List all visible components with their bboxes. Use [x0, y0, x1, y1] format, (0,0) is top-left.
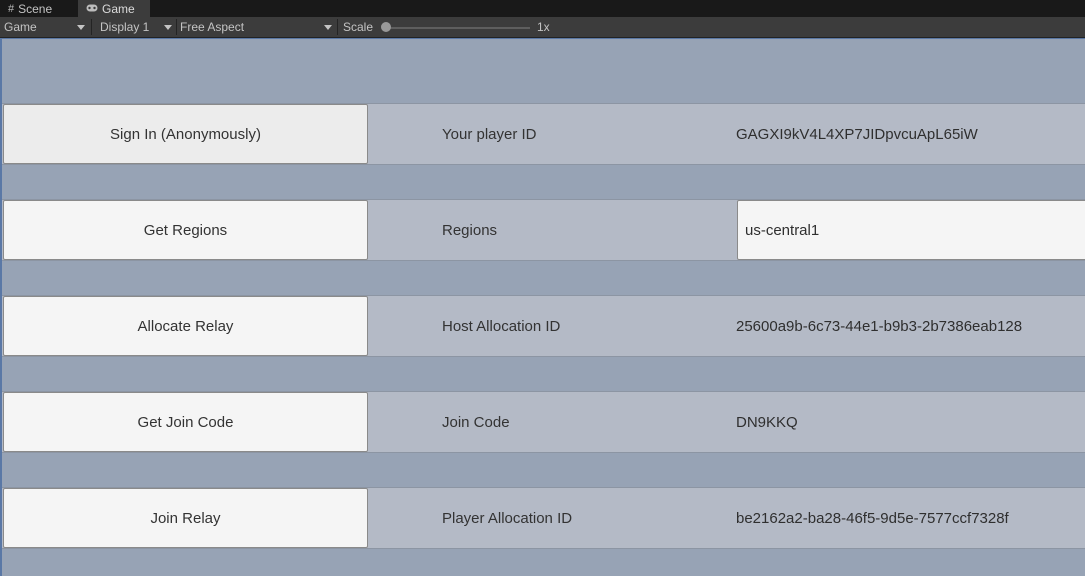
- aspect-dropdown-label: Free Aspect: [180, 20, 245, 34]
- row-join-code: Get Join Code Join Code DN9KKQ: [2, 391, 1085, 453]
- join-code-label: Join Code: [442, 413, 510, 431]
- get-join-code-button[interactable]: Get Join Code: [3, 392, 368, 452]
- regions-label: Regions: [442, 221, 498, 239]
- host-allocation-id-label: Host Allocation ID: [442, 317, 561, 335]
- scale-slider-handle[interactable]: [381, 22, 391, 32]
- scale-value: 1x: [533, 17, 563, 37]
- chevron-down-icon: [164, 25, 172, 30]
- row-join-relay: Join Relay Player Allocation ID be2162a2…: [2, 487, 1085, 549]
- join-relay-button[interactable]: Join Relay: [3, 488, 368, 548]
- row-allocate: Allocate Relay Host Allocation ID 25600a…: [2, 295, 1085, 357]
- tab-scene-label: Scene: [18, 1, 53, 16]
- scale-value-text: 1x: [537, 20, 550, 34]
- scale-slider-track[interactable]: [386, 27, 530, 29]
- aspect-dropdown[interactable]: Free Aspect: [176, 17, 336, 37]
- allocate-relay-button[interactable]: Allocate Relay: [3, 296, 368, 356]
- sign-in-button[interactable]: Sign In (Anonymously): [3, 104, 368, 164]
- chevron-down-icon: [77, 25, 85, 30]
- toolbar-divider: [91, 19, 92, 35]
- player-allocation-id-value: be2162a2-ba28-46f5-9d5e-7577ccf7328f: [736, 509, 1009, 527]
- player-id-value: GAGXI9kV4L4XP7JIDpvcuApL65iW: [736, 125, 978, 143]
- gamepad-icon: [86, 3, 98, 15]
- tab-game-label: Game: [102, 1, 135, 16]
- get-regions-button[interactable]: Get Regions: [3, 200, 368, 260]
- regions-dropdown[interactable]: us-central1: [737, 200, 1085, 260]
- tab-game[interactable]: Game: [78, 0, 150, 17]
- game-view-toolbar: Game Display 1 Free Aspect Scale 1x: [0, 17, 1085, 38]
- game-viewport: Sign In (Anonymously) Your player ID GAG…: [0, 38, 1085, 576]
- join-code-value: DN9KKQ: [736, 413, 798, 431]
- regions-dropdown-value: us-central1: [745, 221, 820, 239]
- row-sign-in: Sign In (Anonymously) Your player ID GAG…: [2, 103, 1085, 165]
- chevron-down-icon: [324, 25, 332, 30]
- grid-icon: #: [8, 2, 15, 15]
- host-allocation-id-value: 25600a9b-6c73-44e1-b9b3-2b7386eab128: [736, 317, 1023, 335]
- scale-label-text: Scale: [343, 20, 374, 34]
- player-id-label: Your player ID: [442, 125, 537, 143]
- display-dropdown-label: Display 1: [100, 20, 150, 34]
- tab-scene[interactable]: # Scene: [0, 0, 76, 17]
- editor-tab-bar: # Scene Game: [0, 0, 1085, 17]
- player-allocation-id-label: Player Allocation ID: [442, 509, 573, 527]
- mode-dropdown-label: Game: [4, 20, 37, 34]
- toolbar-divider: [337, 19, 338, 35]
- scale-label: Scale: [339, 17, 379, 37]
- row-regions: Get Regions Regions us-central1: [2, 199, 1085, 261]
